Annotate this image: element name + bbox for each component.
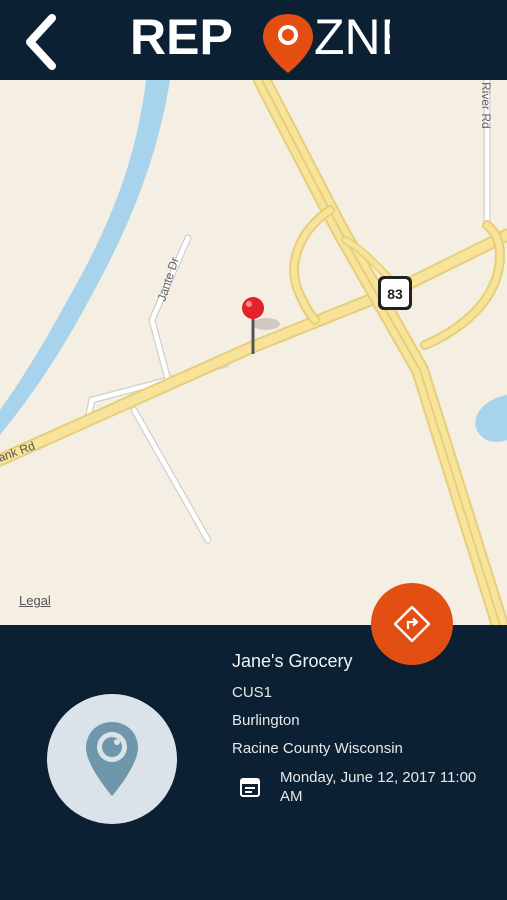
legal-link[interactable]: Legal (19, 593, 51, 608)
customer-code: CUS1 (232, 684, 273, 701)
map-view[interactable]: 83 Jante Dr ank Rd River Rd Legal (0, 80, 507, 625)
directions-icon (393, 605, 431, 643)
road-label-jante: Jante Dr (155, 255, 182, 302)
location-city: Burlington (232, 712, 300, 729)
highway-number: 83 (387, 286, 403, 302)
app-header: REP ZNE (0, 0, 507, 80)
location-name: Jane's Grocery (232, 651, 353, 671)
calendar-icon (240, 778, 260, 797)
brand-left: REP (130, 9, 233, 65)
appointment-datetime: Monday, June 12, 2017 11:00 AM (280, 769, 477, 805)
road-label-rank: ank Rd (0, 439, 37, 465)
location-pin-icon (86, 722, 138, 796)
river (0, 80, 170, 435)
highway-shield: 83 (378, 276, 412, 310)
location-avatar (47, 694, 177, 824)
location-region: Racine County Wisconsin (232, 740, 403, 757)
lake (475, 395, 507, 442)
chevron-left-icon (26, 14, 56, 70)
back-button[interactable] (18, 14, 68, 70)
road-label-river: River Rd (479, 82, 493, 129)
repzone-logo: REP ZNE (130, 9, 390, 73)
map-pin-icon (263, 14, 313, 73)
directions-button[interactable] (371, 583, 453, 665)
brand-right: ZNE (314, 9, 390, 65)
